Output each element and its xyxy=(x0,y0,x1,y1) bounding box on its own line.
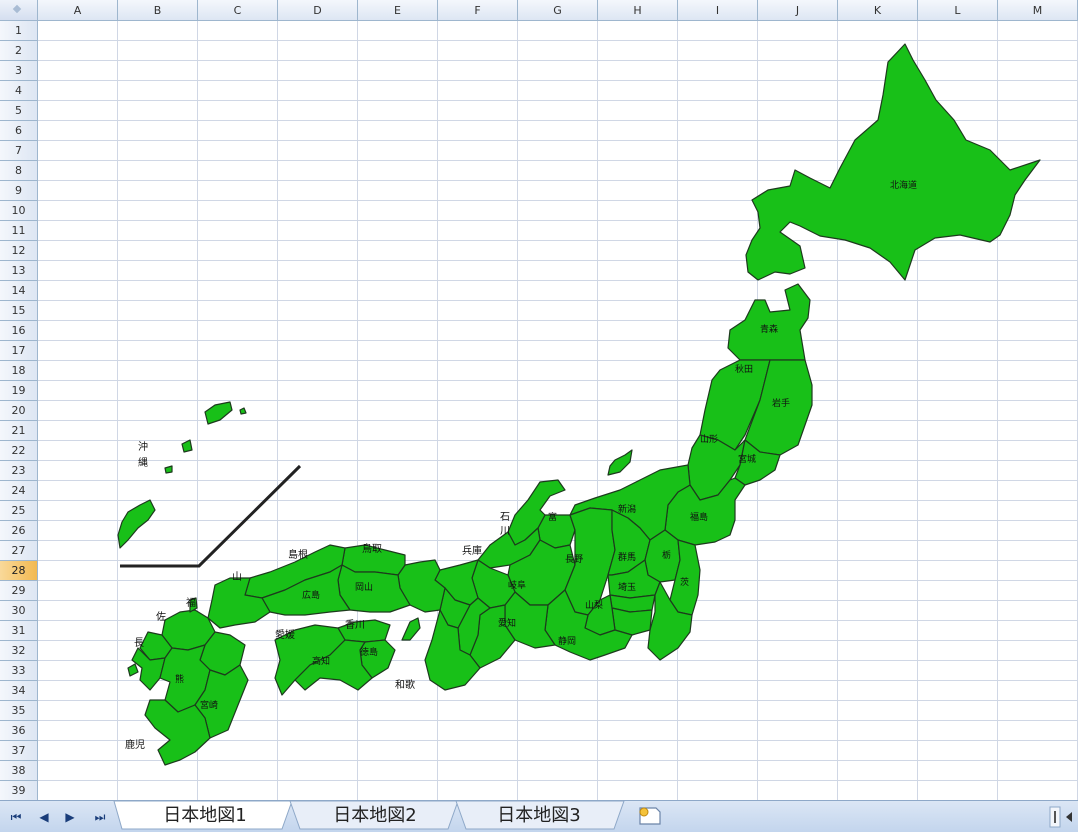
label-okinawa-2: 縄 xyxy=(138,456,148,469)
label-gifu: 岐阜 xyxy=(508,579,526,591)
island-okinawa-1[interactable] xyxy=(204,401,233,425)
last-sheet-button[interactable]: ⏭ xyxy=(90,807,110,827)
label-okayama: 岡山 xyxy=(355,582,373,593)
label-miyazaki: 宮崎 xyxy=(200,699,218,711)
label-okinawa-1: 沖 xyxy=(138,440,148,453)
island-sado[interactable] xyxy=(607,449,633,476)
label-shimane: 島根 xyxy=(288,548,308,561)
island-goto[interactable] xyxy=(127,663,139,677)
label-kochi: 高知 xyxy=(312,655,330,667)
label-nagano: 長野 xyxy=(565,554,583,565)
label-niigata: 新潟 xyxy=(618,503,636,515)
first-sheet-button[interactable]: ⏮ xyxy=(6,807,26,827)
label-tokushima: 徳島 xyxy=(360,646,378,658)
label-tottori: 鳥取 xyxy=(362,542,382,555)
label-yamagata: 山形 xyxy=(700,433,718,445)
label-ibaraki: 茨 xyxy=(680,576,689,588)
label-fukushima: 福島 xyxy=(690,511,708,523)
label-iwate: 岩手 xyxy=(772,397,790,409)
label-tochigi: 栃 xyxy=(662,549,671,561)
next-sheet-button[interactable]: ▶ xyxy=(60,807,80,827)
label-hiroshima: 広島 xyxy=(302,589,320,601)
label-hyogo: 兵庫 xyxy=(462,544,482,557)
prev-sheet-button[interactable]: ◀ xyxy=(34,807,54,827)
label-nagasaki: 長 xyxy=(134,637,144,649)
pref-aomori[interactable] xyxy=(727,283,811,361)
label-kumamoto: 熊 xyxy=(175,673,184,685)
island-okinawa-2[interactable] xyxy=(181,439,193,453)
new-sheet-icon[interactable] xyxy=(636,804,664,828)
pref-hokkaido[interactable] xyxy=(745,43,1041,281)
label-shizuoka: 静岡 xyxy=(558,635,576,647)
label-ishikawa-1: 石 xyxy=(500,512,510,523)
island-okinawa-4[interactable] xyxy=(239,407,247,415)
sheet-tab-bar: ⏮ ◀ ▶ ⏭ 日本地図1 日本地図2 日本地図3 xyxy=(0,800,1078,832)
label-hokkaido: 北海道 xyxy=(890,179,917,191)
sheet-tab-1[interactable]: 日本地図1 xyxy=(130,801,280,831)
label-aomori: 青森 xyxy=(760,323,778,335)
label-akita: 秋田 xyxy=(735,363,753,375)
spreadsheet[interactable]: ABCDEFGHIJKLM 1 2 3 4 5 6 7 8 9 10 11 12 13 14 15 16 17 1… xyxy=(0,0,1078,800)
label-saitama: 埼玉 xyxy=(618,581,636,593)
label-ishikawa-2: 川 xyxy=(500,526,510,537)
label-miyagi: 宮城 xyxy=(738,453,756,465)
horizontal-scroll-handle[interactable] xyxy=(1028,806,1074,828)
label-wakayama: 和歌 xyxy=(395,678,415,691)
label-saga: 佐 xyxy=(156,611,166,623)
label-gunma: 群馬 xyxy=(618,551,636,563)
label-fukuoka: 福 xyxy=(186,596,196,609)
island-awaji[interactable] xyxy=(401,617,421,641)
label-yamaguchi: 山 xyxy=(232,571,242,583)
label-aichi: 愛知 xyxy=(498,617,516,629)
label-kagawa: 香川 xyxy=(345,619,365,631)
sheet-tab-2[interactable]: 日本地図2 xyxy=(300,801,450,831)
pref-okinawa[interactable] xyxy=(117,499,156,549)
label-toyama: 富 xyxy=(548,511,557,523)
island-okinawa-3[interactable] xyxy=(164,465,173,474)
sheet-tab-3[interactable]: 日本地図3 xyxy=(464,801,614,831)
label-yamanashi: 山梨 xyxy=(585,599,603,611)
label-ehime: 愛媛 xyxy=(275,628,295,641)
label-kagoshima: 鹿児 xyxy=(125,738,145,751)
japan-map: 北海道 青森 秋田 岩手 山形 宮城 福島 新潟 石 川 富 鳥取 島根 兵庫 … xyxy=(117,43,1041,766)
